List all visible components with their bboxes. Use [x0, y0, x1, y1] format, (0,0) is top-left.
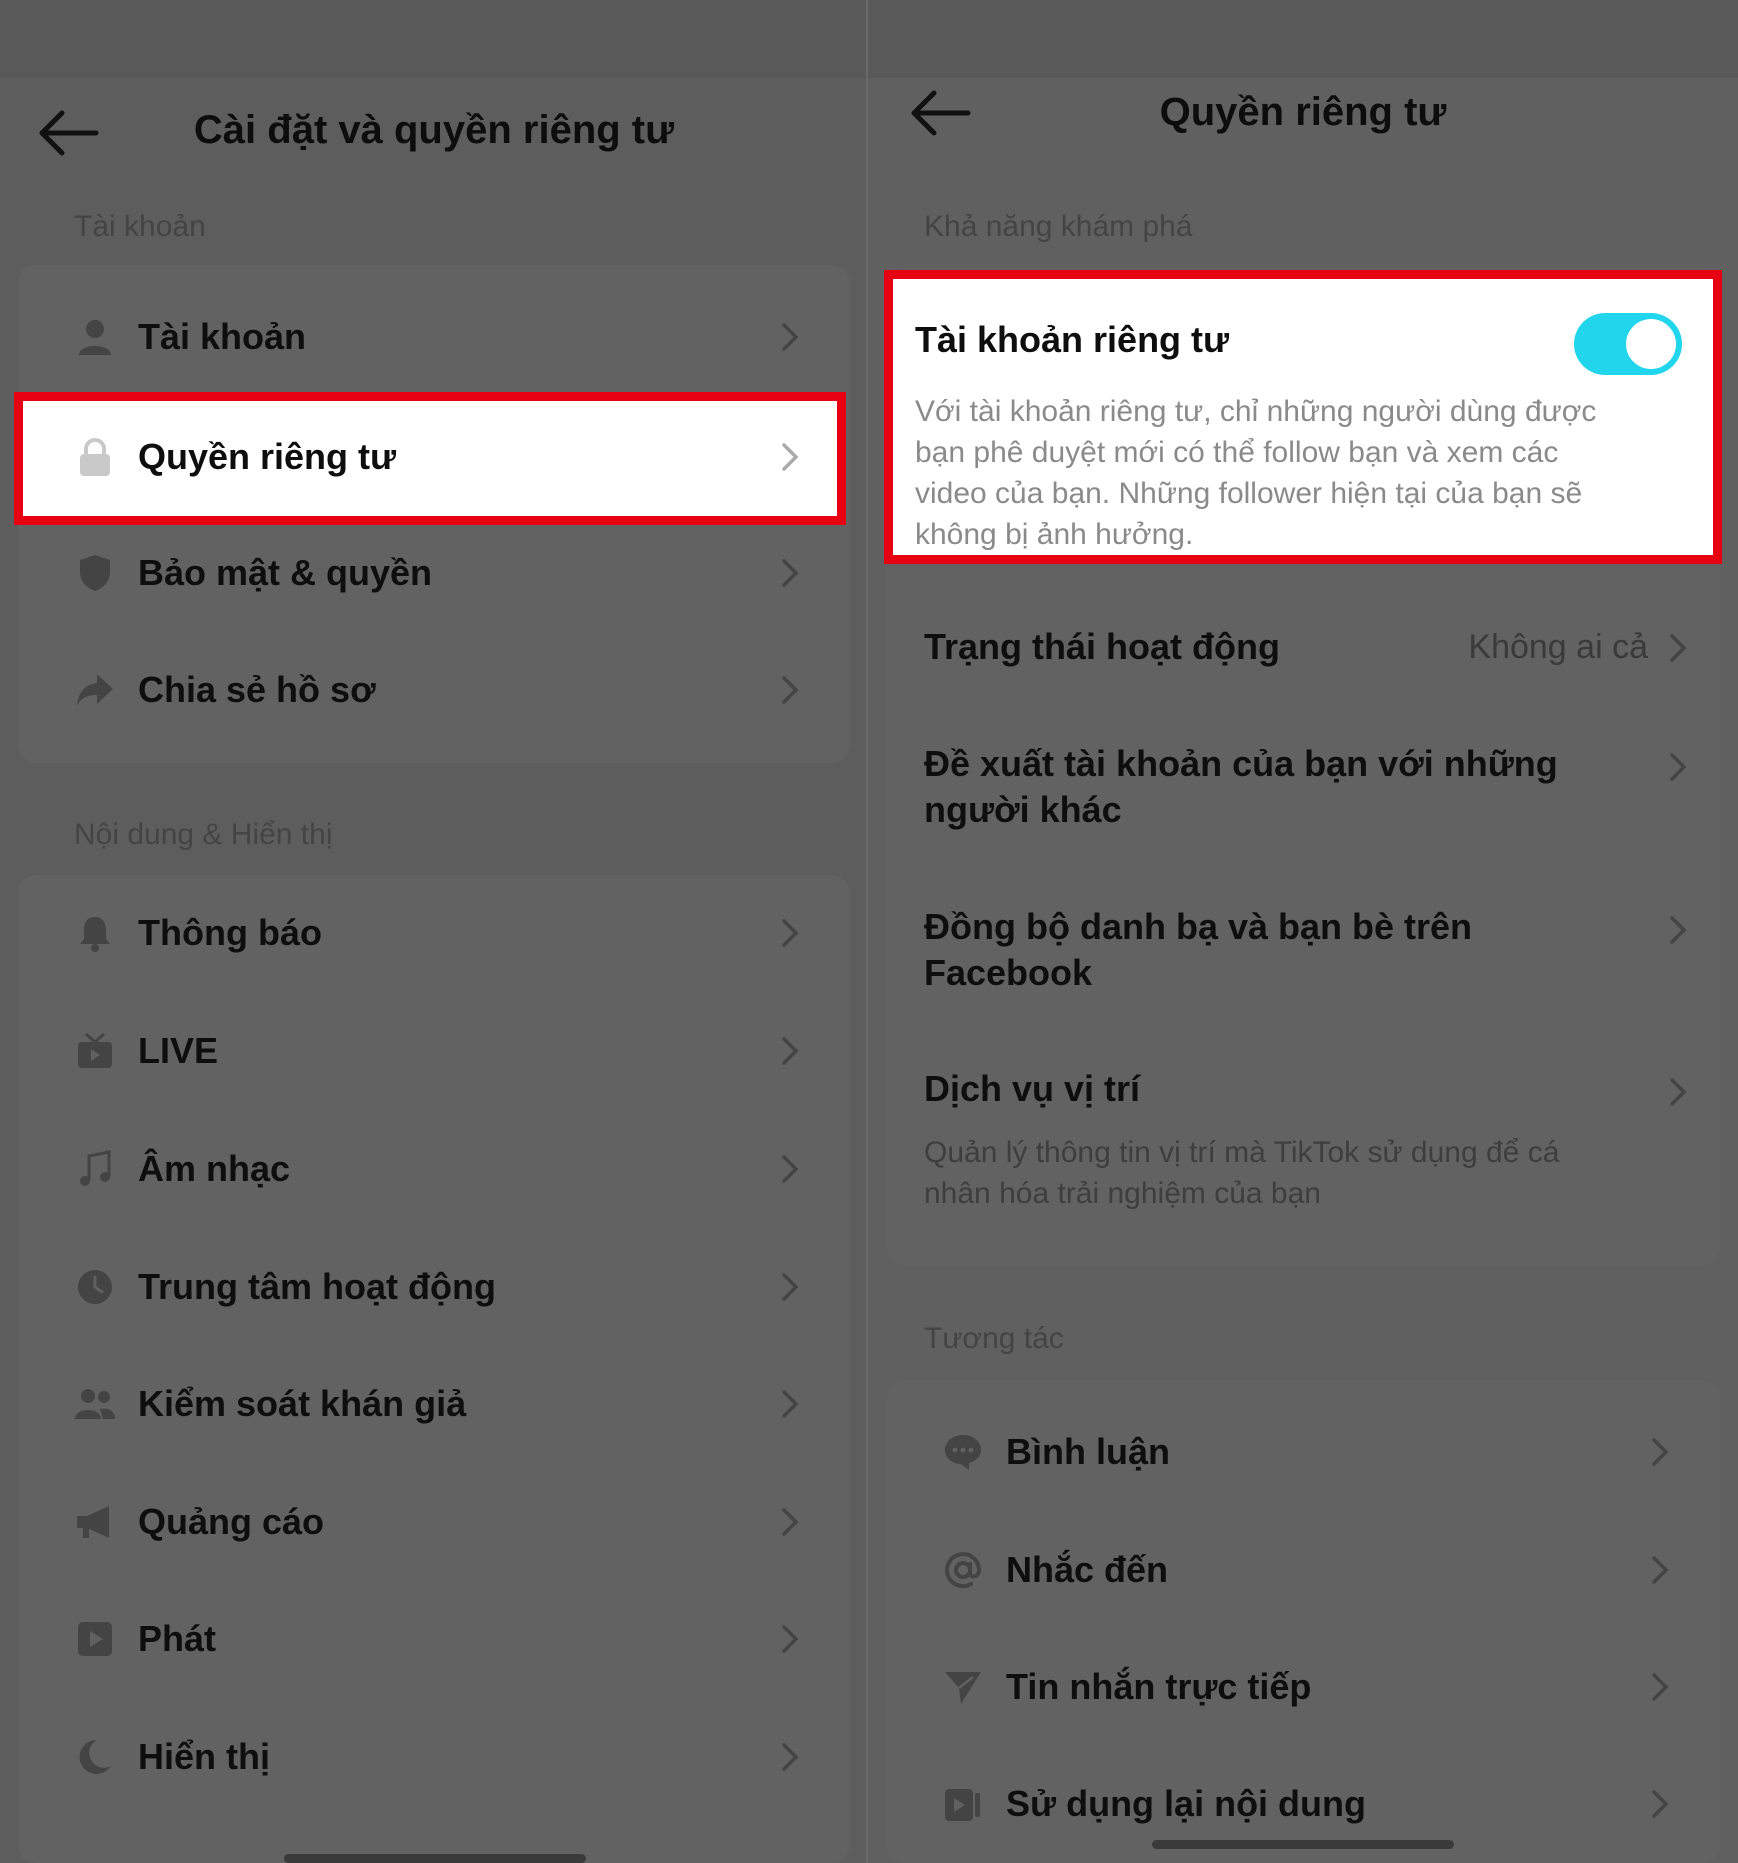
chevron-right-icon	[782, 676, 799, 704]
settings-item-label: Chia sẻ hồ sơ	[138, 669, 376, 710]
settings-item-label: Thông báo	[138, 912, 322, 953]
settings-item-label: Hiển thị	[138, 1736, 270, 1777]
chevron-right-icon	[782, 1508, 799, 1536]
settings-item-label: Kiểm soát khán giả	[138, 1383, 467, 1424]
suggest-account-label: Đề xuất tài khoản của bạn với những ngườ…	[924, 743, 1558, 830]
page-title: Quyền riêng tư	[1159, 90, 1447, 134]
people-icon	[74, 1383, 116, 1425]
privacy-item-direct-messages[interactable]: Tin nhắn trực tiếp	[886, 1628, 1720, 1746]
private-account-toggle[interactable]	[1574, 313, 1682, 375]
activity-status-value: Không ai cả	[1468, 628, 1648, 666]
settings-item-label: Âm nhạc	[138, 1148, 291, 1189]
settings-item-display[interactable]: Hiển thị	[18, 1698, 850, 1816]
bell-icon	[74, 912, 116, 954]
activity-status-label: Trạng thái hoạt động	[924, 626, 1280, 667]
chevron-right-icon	[782, 559, 799, 587]
section-label-interactions: Tương tác	[924, 1322, 1064, 1355]
private-account-label: Tài khoản riêng tư	[915, 319, 1230, 360]
section-label-content: Nội dung & Hiển thị	[74, 818, 333, 851]
chevron-right-icon	[782, 1273, 799, 1301]
sync-contacts-label: Đồng bộ danh bạ và bạn bè trên Facebook	[924, 906, 1473, 993]
settings-item-activity-center[interactable]: Trung tâm hoạt động	[18, 1228, 850, 1346]
settings-panel: Cài đặt và quyền riêng tư Tài khoản Tài …	[0, 0, 868, 1863]
settings-item-account[interactable]: Tài khoản	[18, 278, 850, 396]
music-note-icon	[74, 1148, 116, 1190]
privacy-item-label: Tin nhắn trực tiếp	[1006, 1666, 1312, 1707]
privacy-item-mentions[interactable]: Nhắc đến	[886, 1511, 1720, 1629]
chevron-right-icon	[1670, 1078, 1687, 1106]
chevron-right-icon	[782, 323, 799, 351]
settings-item-security[interactable]: Bảo mật & quyền	[18, 514, 850, 632]
section-label-discoverability: Khả năng khám phá	[924, 210, 1193, 243]
moon-icon	[74, 1736, 116, 1778]
settings-item-label: Trung tâm hoạt động	[138, 1266, 496, 1307]
settings-item-privacy[interactable]: Quyền riêng tư	[18, 398, 850, 516]
chevron-right-icon	[782, 1037, 799, 1065]
share-icon	[74, 669, 116, 711]
chevron-right-icon	[1652, 1438, 1669, 1466]
privacy-panel: Quyền riêng tư Khả năng khám phá Tài kho…	[868, 0, 1738, 1863]
private-account-row[interactable]: Tài khoản riêng tư Với tài khoản riêng t…	[884, 270, 1722, 564]
chevron-right-icon	[782, 919, 799, 947]
private-account-description: Với tài khoản riêng tư, chỉ những người …	[915, 395, 1597, 551]
page-title: Cài đặt và quyền riêng tư	[193, 108, 675, 152]
chevron-right-icon	[1670, 634, 1687, 662]
settings-item-label: Quảng cáo	[138, 1501, 325, 1542]
chevron-right-icon	[782, 443, 799, 471]
megaphone-icon	[74, 1501, 116, 1543]
settings-item-label: Tài khoản	[138, 316, 307, 357]
privacy-item-label: Nhắc đến	[1006, 1549, 1169, 1590]
settings-item-label: Bảo mật & quyền	[138, 552, 433, 593]
person-icon	[74, 316, 116, 358]
activity-status-row[interactable]: Trạng thái hoạt động Không ai cả	[868, 600, 1738, 694]
sync-contacts-row[interactable]: Đồng bộ danh bạ và bạn bè trên Facebook	[868, 898, 1738, 1008]
settings-item-ads[interactable]: Quảng cáo	[18, 1463, 850, 1581]
status-bar	[0, 0, 868, 78]
privacy-item-comments[interactable]: Bình luận	[886, 1393, 1720, 1511]
settings-item-notifications[interactable]: Thông báo	[18, 874, 850, 992]
settings-item-playback[interactable]: Phát	[18, 1580, 850, 1698]
section-label-account: Tài khoản	[74, 210, 206, 243]
send-icon	[942, 1666, 984, 1708]
at-icon	[942, 1549, 984, 1591]
privacy-item-label: Bình luận	[1006, 1431, 1170, 1472]
settings-item-label: Phát	[138, 1618, 217, 1659]
chevron-right-icon	[782, 1390, 799, 1418]
status-bar	[868, 0, 1738, 78]
settings-item-share-profile[interactable]: Chia sẻ hồ sơ	[18, 631, 850, 749]
chevron-right-icon	[1670, 916, 1687, 944]
shield-icon	[74, 552, 116, 594]
chevron-right-icon	[782, 1743, 799, 1771]
settings-item-label: Quyền riêng tư	[138, 436, 397, 477]
settings-item-music[interactable]: Âm nhạc	[18, 1110, 850, 1228]
reuse-icon	[942, 1783, 984, 1825]
chevron-right-icon	[1652, 1790, 1669, 1818]
location-services-row[interactable]: Dịch vụ vị trí Quản lý thông tin vị trí …	[868, 1060, 1738, 1220]
chevron-right-icon	[782, 1155, 799, 1183]
tv-icon	[74, 1030, 116, 1072]
chevron-right-icon	[782, 1625, 799, 1653]
settings-item-label: LIVE	[138, 1030, 219, 1071]
location-services-description: Quản lý thông tin vị trí mà TikTok sử dụ…	[924, 1136, 1560, 1210]
chevron-right-icon	[1670, 753, 1687, 781]
location-services-label: Dịch vụ vị trí	[924, 1068, 1141, 1109]
play-icon	[74, 1618, 116, 1660]
settings-item-audience-controls[interactable]: Kiểm soát khán giả	[18, 1345, 850, 1463]
toggle-knob	[1626, 319, 1676, 369]
comment-icon	[942, 1431, 984, 1473]
home-indicator	[1152, 1840, 1454, 1849]
chevron-right-icon	[1652, 1673, 1669, 1701]
home-indicator	[284, 1854, 586, 1863]
clock-icon	[74, 1266, 116, 1308]
privacy-item-label: Sử dụng lại nội dung	[1006, 1783, 1367, 1824]
chevron-right-icon	[1652, 1556, 1669, 1584]
lock-icon	[74, 436, 116, 478]
suggest-account-row[interactable]: Đề xuất tài khoản của bạn với những ngườ…	[868, 735, 1738, 845]
settings-item-live[interactable]: LIVE	[18, 992, 850, 1110]
